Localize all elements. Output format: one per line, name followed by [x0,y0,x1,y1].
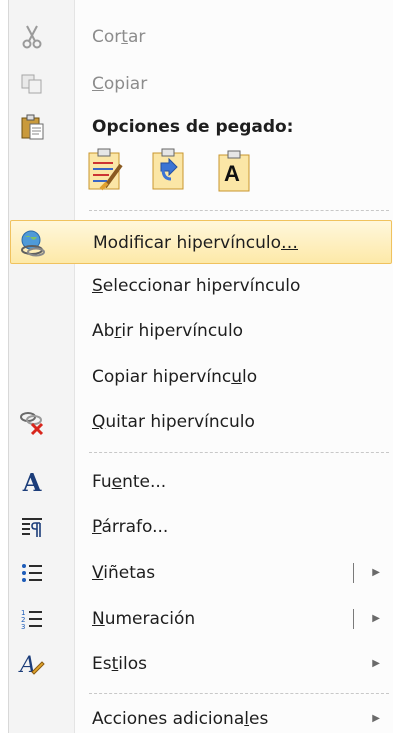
paste-merge-formatting-button[interactable] [148,148,190,196]
menu-item-label: Viñetas [92,563,156,583]
menu-item-label: Abrir hipervínculo [92,321,244,341]
menu-item-label: Acciones adicionales [92,709,269,729]
menu-item-label: Fuente... [92,472,167,492]
separator [89,693,389,694]
separator [89,452,389,453]
menu-item-open-hyperlink[interactable]: Abrir hipervínculo [10,309,392,353]
menu-item-styles[interactable]: A Estilos ▶ [10,642,392,686]
menu-item-additional-actions[interactable]: Acciones adicionales ▶ [10,697,392,741]
submenu-arrow-icon[interactable]: ▶ [372,551,380,595]
menu-item-font[interactable]: A Fuente... [10,460,392,504]
menu-item-label: Quitar hipervínculo [92,412,255,432]
clipboard-icon [16,111,48,143]
paste-text-only-glyph: A [224,161,240,186]
font-icon-glyph: A [22,467,42,497]
split-divider [353,563,354,583]
split-divider [353,609,354,629]
paste-keep-formatting-icon [85,147,125,197]
menu-item-copy[interactable]: Copiar [10,62,392,106]
svg-text:A: A [18,653,36,678]
font-icon: A [16,466,48,498]
paste-options-header: Opciones de pegado: [10,105,392,149]
context-menu: Cortar Copiar Opciones de pegado: A Modi… [8,0,393,733]
menu-item-paragraph[interactable]: Párrafo... [10,505,392,549]
paste-keep-formatting-button[interactable] [84,148,126,196]
paste-options-row: A [84,148,284,198]
submenu-arrow-icon: ▶ [372,658,380,669]
menu-item-label: Párrafo... [92,517,169,537]
svg-text:3: 3 [21,623,25,631]
menu-item-copy-hyperlink[interactable]: Copiar hipervínculo [10,355,392,399]
menu-item-label: Copiar hipervínculo [92,367,258,387]
menu-item-label: Cortar [92,27,146,47]
menu-item-bullets[interactable]: Viñetas ▶ [10,551,392,595]
edit-hyperlink-icon [17,227,49,259]
remove-hyperlink-icon [16,406,48,438]
menu-item-cut[interactable]: Cortar [10,15,392,59]
copy-icon [16,68,48,100]
menu-item-label: Modificar hipervínculo… [93,233,298,253]
paste-text-only-icon: A [215,149,255,195]
paste-text-only-button[interactable]: A [214,148,256,196]
menu-item-select-hyperlink[interactable]: Seleccionar hipervínculo [10,264,392,308]
styles-icon: A [16,648,48,680]
submenu-arrow-icon: ▶ [372,713,380,724]
menu-item-label: Seleccionar hipervínculo [92,276,301,296]
submenu-arrow-icon[interactable]: ▶ [372,597,380,641]
paste-merge-formatting-icon [149,147,189,197]
menu-item-remove-hyperlink[interactable]: Quitar hipervínculo [10,400,392,444]
separator [89,210,389,211]
menu-item-label: Numeración [92,609,196,629]
menu-item-label: Estilos [92,654,147,674]
menu-item-edit-hyperlink[interactable]: Modificar hipervínculo… [10,220,392,264]
menu-item-label: Copiar [92,74,148,94]
bullets-icon [16,557,48,589]
paragraph-icon [16,511,48,543]
scissors-icon [16,21,48,53]
menu-item-numbering[interactable]: 1 2 3 Numeración ▶ [10,597,392,641]
paste-options-label: Opciones de pegado: [92,117,294,137]
numbering-icon: 1 2 3 [16,603,48,635]
